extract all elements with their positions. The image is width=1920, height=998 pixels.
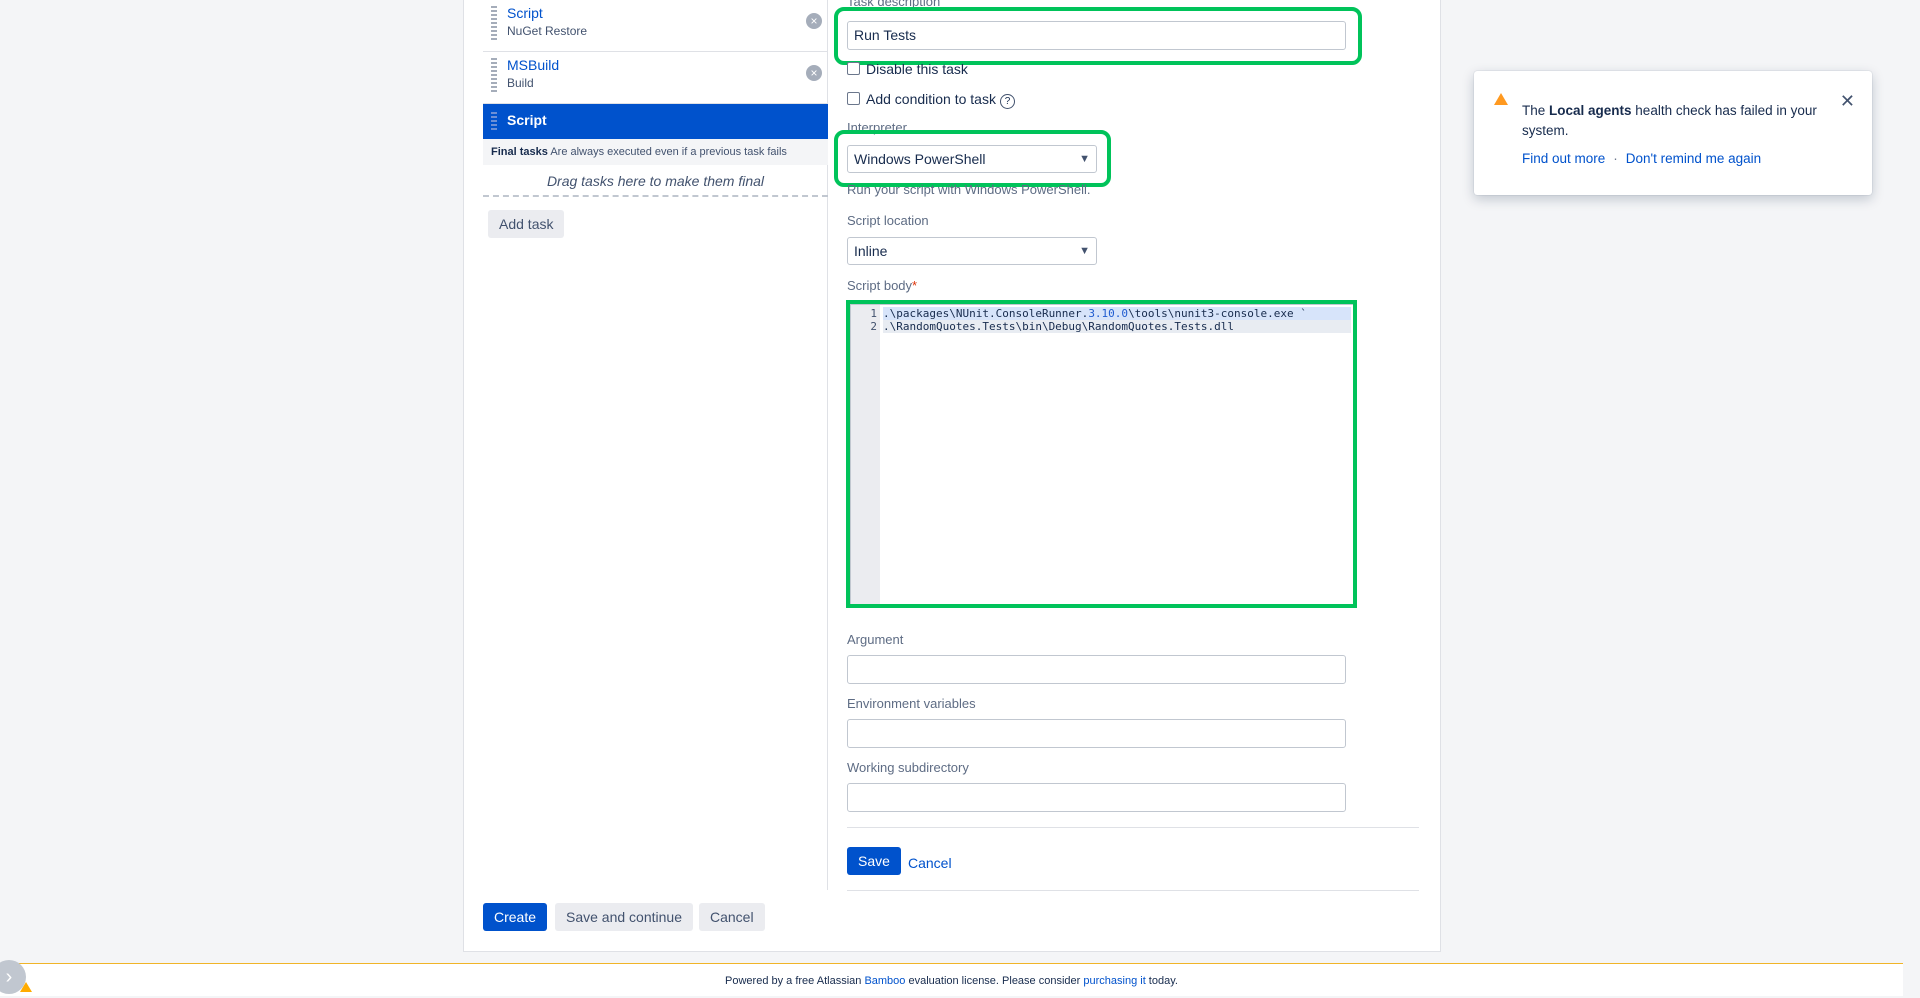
argument-input[interactable] bbox=[847, 655, 1346, 684]
add-condition-checkbox[interactable]: Add condition to task? bbox=[847, 91, 1015, 109]
notification-message: The Local agents health check has failed… bbox=[1522, 103, 1817, 138]
task-list: Script NuGet Restore × MSBuild Build × S… bbox=[483, 0, 828, 197]
script-body-label-text: Script body bbox=[847, 278, 913, 293]
scrollbar[interactable] bbox=[1903, 0, 1920, 962]
chevron-down-icon: ▼ bbox=[1079, 245, 1090, 257]
create-button[interactable]: Create bbox=[483, 903, 548, 931]
working-subdirectory-input[interactable] bbox=[847, 783, 1346, 812]
notification-bold-text: Local agents bbox=[1549, 103, 1632, 118]
argument-label: Argument bbox=[847, 632, 904, 647]
remove-task-icon[interactable]: × bbox=[806, 13, 822, 29]
separator-dot: · bbox=[1613, 151, 1618, 166]
checkbox-icon[interactable] bbox=[847, 62, 860, 75]
task-item-script-nuget[interactable]: Script NuGet Restore × bbox=[483, 0, 828, 52]
interpreter-help-text: Run your script with Windows PowerShell. bbox=[847, 182, 1091, 197]
drag-handle-icon[interactable] bbox=[491, 6, 497, 40]
task-name[interactable]: Script bbox=[507, 112, 547, 128]
final-tasks-bar: Final tasks Are always executed even if … bbox=[483, 139, 828, 165]
highlight-interpreter bbox=[834, 130, 1111, 187]
purchasing-link[interactable]: purchasing it bbox=[1083, 975, 1145, 987]
add-condition-label: Add condition to task bbox=[866, 91, 996, 107]
dont-remind-link[interactable]: Don't remind me again bbox=[1626, 151, 1761, 166]
find-out-more-link[interactable]: Find out more bbox=[1522, 151, 1605, 166]
script-location-select[interactable]: Inline ▼ bbox=[847, 237, 1097, 265]
task-name[interactable]: MSBuild bbox=[507, 57, 559, 73]
environment-variables-input[interactable] bbox=[847, 719, 1346, 748]
script-location-value: Inline bbox=[854, 243, 888, 259]
task-name[interactable]: Script bbox=[507, 5, 543, 21]
checkbox-icon[interactable] bbox=[847, 92, 860, 105]
task-subtitle: Build bbox=[507, 76, 534, 90]
drag-handle-icon[interactable] bbox=[491, 112, 497, 130]
required-mark: * bbox=[912, 278, 918, 293]
footer: Powered by a free Atlassian Bamboo evalu… bbox=[0, 963, 1903, 996]
save-button[interactable]: Save bbox=[847, 847, 901, 875]
task-item-script-active[interactable]: Script bbox=[483, 104, 828, 139]
warning-icon bbox=[1494, 93, 1508, 105]
cancel-link[interactable]: Cancel bbox=[908, 855, 952, 871]
final-tasks-title: Final tasks bbox=[491, 146, 548, 158]
working-subdirectory-label: Working subdirectory bbox=[847, 760, 969, 775]
drag-handle-icon[interactable] bbox=[491, 58, 497, 92]
form-divider bbox=[847, 827, 1419, 828]
form-divider-bottom bbox=[847, 890, 1419, 891]
save-and-continue-button[interactable]: Save and continue bbox=[555, 903, 693, 931]
disable-task-checkbox[interactable]: Disable this task bbox=[847, 61, 968, 77]
cancel-button[interactable]: Cancel bbox=[699, 903, 765, 931]
highlight-script-body bbox=[846, 300, 1357, 608]
script-location-label: Script location bbox=[847, 213, 929, 228]
final-drop-zone[interactable]: Drag tasks here to make them final bbox=[483, 165, 828, 197]
environment-variables-label: Environment variables bbox=[847, 696, 976, 711]
notification-actions: Find out more · Don't remind me again bbox=[1522, 151, 1761, 166]
final-tasks-note: Are always executed even if a previous t… bbox=[550, 146, 787, 158]
remove-task-icon[interactable]: × bbox=[806, 65, 822, 81]
disable-task-label: Disable this task bbox=[866, 61, 968, 77]
bamboo-link[interactable]: Bamboo bbox=[864, 975, 905, 987]
task-subtitle: NuGet Restore bbox=[507, 24, 588, 38]
close-icon[interactable]: ✕ bbox=[1840, 91, 1855, 112]
script-body-label: Script body* bbox=[847, 278, 917, 293]
help-icon[interactable]: ? bbox=[999, 94, 1015, 109]
add-task-button[interactable]: Add task bbox=[488, 210, 565, 238]
highlight-task-description bbox=[834, 7, 1362, 65]
health-check-notification: The Local agents health check has failed… bbox=[1474, 71, 1872, 195]
warning-icon bbox=[20, 982, 32, 992]
task-item-msbuild[interactable]: MSBuild Build × bbox=[483, 52, 828, 104]
